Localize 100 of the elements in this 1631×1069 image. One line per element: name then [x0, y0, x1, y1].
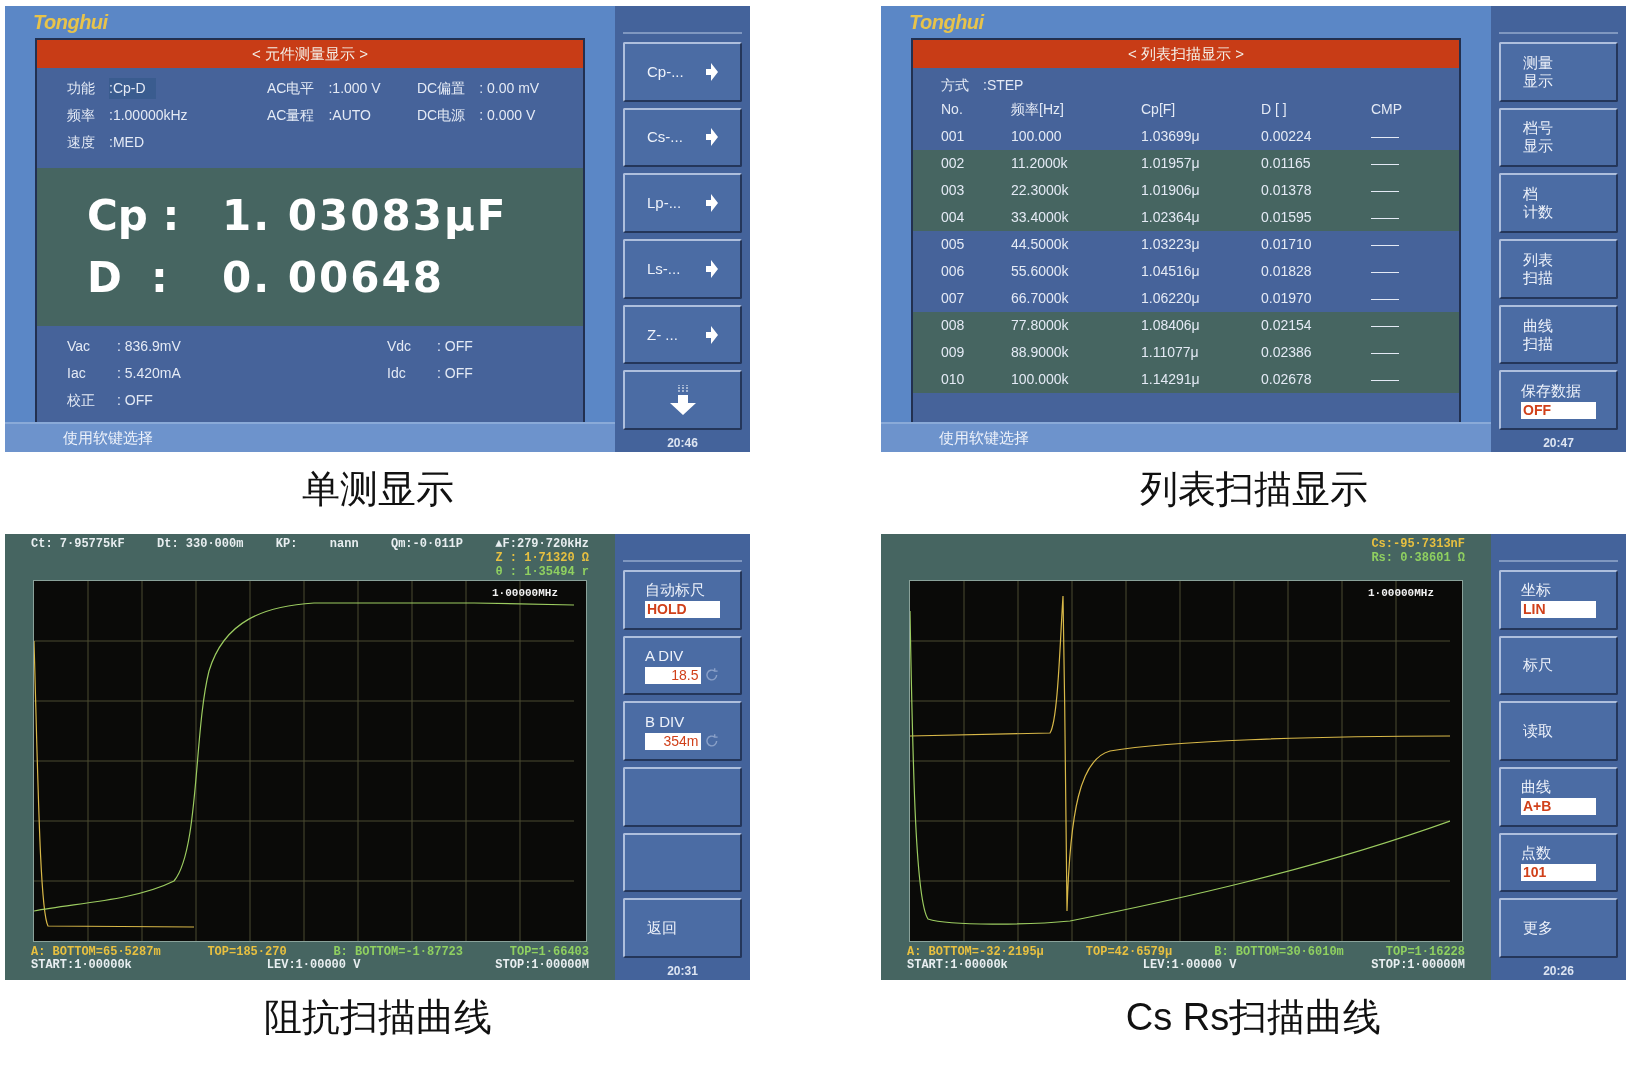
softkey-button[interactable]: Lp-... — [623, 173, 742, 233]
setting-value[interactable]: :Cp-D — [109, 78, 156, 99]
table-cell-text: 0.01828 — [1261, 262, 1313, 281]
table-cell-text: 0.01165 — [1261, 154, 1312, 173]
figure-caption: Cs Rs扫描曲线 — [1125, 995, 1382, 1040]
page-down-button[interactable] — [623, 370, 742, 430]
table-cell-text: 0.02386 — [1261, 343, 1313, 362]
table-cell-text: —— — [1371, 343, 1400, 362]
softkey-label: A DIV — [645, 647, 685, 665]
softkey-button[interactable]: 曲线 A+B — [1499, 767, 1618, 827]
softkey-button[interactable]: 返回 — [623, 898, 742, 958]
setting-value[interactable]: :AUTO — [328, 105, 371, 126]
table-cell-text: 0.02154 — [1261, 316, 1313, 335]
softkey-button[interactable]: 档 计数 — [1499, 173, 1618, 233]
value-field[interactable]: 354m — [645, 732, 702, 750]
softkey-button[interactable]: 点数 101 — [1499, 832, 1618, 893]
table-cell-text: 100.000 — [1011, 127, 1063, 146]
setting-value[interactable]: :1.00000kHz — [109, 105, 188, 126]
table-cell-text: 004 — [941, 208, 966, 227]
column-header: 频率[Hz] — [1011, 100, 1065, 119]
softkey-button[interactable] — [623, 767, 742, 827]
softkey-button[interactable]: 保存数据 OFF — [1499, 370, 1618, 430]
table-cell-text: 1.06220μ — [1141, 289, 1201, 308]
table-cell-text: 100.000k — [1011, 370, 1070, 389]
value-field[interactable]: OFF — [1521, 401, 1596, 419]
table-cell-text: —— — [1371, 208, 1400, 227]
table-cell-text: 0.01595 — [1261, 208, 1313, 227]
value-field[interactable]: 101 — [1521, 864, 1596, 881]
monitor-label: 校正 — [67, 391, 96, 410]
table-cell-text: 1.08406μ — [1141, 316, 1201, 335]
softkey-button[interactable]: Cs-... — [623, 107, 742, 168]
table-cell-text: —— — [1371, 316, 1400, 335]
table-cell-text: 0.01710 — [1261, 235, 1313, 254]
table-cell-text: 0.00224 — [1261, 127, 1313, 146]
softkey-button[interactable]: 读取 — [1499, 701, 1618, 761]
softkey-button[interactable]: 档号 显示 — [1499, 107, 1618, 168]
status-bar: 使用软键选择 — [5, 422, 615, 452]
table-cell-text: 009 — [941, 343, 966, 362]
softkey-button[interactable]: B DIV 354m — [623, 701, 742, 761]
softkey-label: 点数 — [1521, 844, 1552, 862]
table-cell-text: 11.2000k — [1011, 154, 1069, 173]
softkey-label: 曲线 — [1521, 778, 1552, 797]
setting-value[interactable]: : 0.000 V — [479, 105, 536, 126]
value-field[interactable]: LIN — [1521, 601, 1596, 619]
softkey-button[interactable]: 更多 — [1499, 898, 1618, 958]
down-arrow-icon — [669, 385, 696, 416]
value-field[interactable]: A+B — [1521, 798, 1596, 816]
right-arrow-icon — [706, 128, 718, 147]
table-cell-text: 1.01906μ — [1141, 181, 1201, 200]
softkey-button[interactable]: 标尺 — [1499, 635, 1618, 696]
table-cell-text: —— — [1371, 154, 1400, 173]
table-cell-text: 66.7000k — [1011, 289, 1070, 308]
readout-text: Z : 1·71320 Ω — [495, 551, 589, 565]
clock-time: 20:26 — [1542, 964, 1575, 978]
readout-text: Dt: 330·000m — [157, 537, 244, 551]
table-cell-text: 1.14291μ — [1141, 370, 1201, 389]
table-cell-text: 0.01378 — [1261, 181, 1313, 200]
table-cell-text: 002 — [941, 154, 966, 173]
softkey-button[interactable]: A DIV 18.5 — [623, 635, 742, 696]
monitor-value: : OFF — [437, 364, 473, 383]
value-field[interactable]: HOLD — [645, 601, 720, 619]
right-arrow-icon — [706, 259, 718, 278]
softkey-button[interactable]: Cp-... — [623, 42, 742, 102]
softkey-button[interactable]: Z- ... — [623, 304, 742, 365]
scale-text: B: BOTTOM=30·6010m — [1214, 946, 1344, 959]
table-cell-text: 55.6000k — [1011, 262, 1070, 281]
softkey-button[interactable] — [623, 832, 742, 893]
mode-label: 方式 — [941, 76, 969, 95]
table-cell-text: 33.4000k — [1011, 208, 1070, 227]
setting-label: AC量程 — [267, 106, 315, 125]
column-header: CMP — [1371, 100, 1404, 119]
setting-value[interactable]: :1.000 V — [328, 78, 381, 99]
softkey-button[interactable]: 曲线 扫描 — [1499, 304, 1618, 365]
softkey-button[interactable]: 自动标尺 HOLD — [623, 570, 742, 630]
softkey-button[interactable]: 列表 扫描 — [1499, 239, 1618, 299]
setting-value[interactable]: : 0.00 mV — [479, 78, 540, 99]
status-bar: 使用软键选择 — [881, 422, 1491, 452]
softkey-button[interactable]: Ls-... — [623, 239, 742, 299]
monitor-label: Vac — [67, 337, 92, 356]
right-arrow-icon — [706, 62, 718, 81]
setting-label: DC偏置 — [417, 79, 466, 98]
right-arrow-icon — [706, 325, 718, 344]
table-cell-text: 0.02678 — [1261, 370, 1313, 389]
readout-text: Ct: 7·95775kF — [31, 537, 125, 551]
readout-text: ▲F:279·720kHz — [495, 537, 589, 551]
setting-label: 功能 — [67, 79, 95, 98]
value-field[interactable]: 18.5 — [645, 667, 702, 684]
scale-text: A: BOTTOM=-32·2195μ — [907, 946, 1044, 959]
scale-text: TOP=1·16228 — [1385, 946, 1465, 959]
table-cell-text: 1.11077μ — [1141, 343, 1200, 362]
softkey-button[interactable]: 坐标 LIN — [1499, 570, 1618, 630]
clock-time: 20:47 — [1542, 436, 1575, 450]
softkey-button[interactable]: 测量 显示 — [1499, 42, 1618, 102]
setting-value[interactable]: :MED — [109, 132, 144, 153]
column-header: Cp[F] — [1141, 100, 1177, 119]
marker-frequency: 1·00000MHz — [1368, 586, 1434, 601]
table-cell-text: 44.5000k — [1011, 235, 1070, 254]
softkey-label: B DIV — [645, 712, 686, 731]
readout-text: nann — [329, 537, 359, 551]
scale-text: STOP:1·00000M — [495, 959, 589, 972]
